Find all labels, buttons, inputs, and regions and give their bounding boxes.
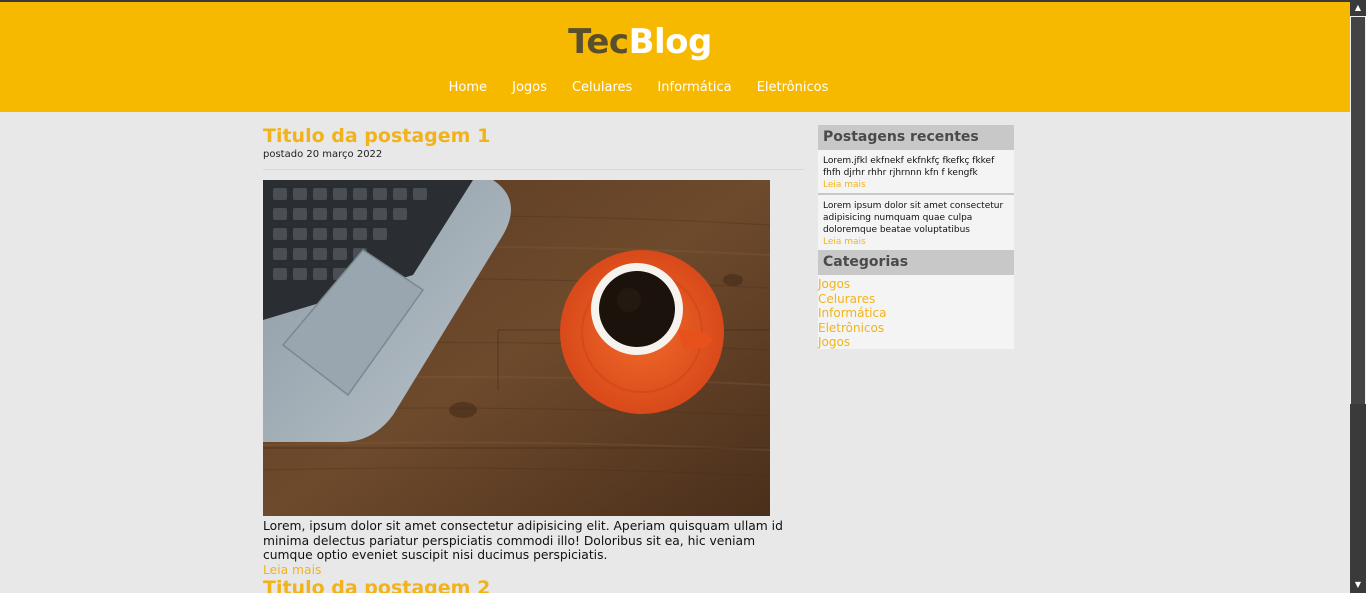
post-date: postado 20 março 2022 [263, 149, 383, 160]
post-excerpt: Lorem, ipsum dolor sit amet consectetur … [263, 519, 783, 562]
site-header: TecBlog Home Jogos Celulares Informática… [0, 2, 1350, 112]
category-link-celurares[interactable]: Celurares [818, 292, 1014, 307]
post-image-laptop-coffee [263, 180, 770, 516]
scroll-down-icon[interactable]: ▼ [1350, 577, 1366, 593]
main-nav: Home Jogos Celulares Informática Eletrôn… [0, 76, 1277, 95]
categories-list: Jogos Celurares Informática Eletrônicos … [818, 275, 1014, 349]
category-link-eletronicos[interactable]: Eletrônicos [818, 321, 1014, 336]
nav-informatica[interactable]: Informática [657, 80, 731, 95]
posts-column: Titulo da postagem 1 postado 20 março 20… [263, 124, 804, 593]
nav-celulares[interactable]: Celulares [572, 80, 632, 95]
recent-post-item: Lorem ipsum dolor sit amet consectetur a… [818, 193, 1014, 250]
scrollbar-track[interactable] [1350, 404, 1366, 577]
vertical-scrollbar[interactable]: ▲ ▼ [1350, 0, 1366, 593]
recent-posts-heading: Postagens recentes [818, 125, 1014, 150]
recent-post-text: Lorem.jfkl ekfnekf ekfnkfç fkefkç fkkef … [823, 156, 995, 178]
category-link-jogos-2[interactable]: Jogos [818, 335, 1014, 350]
recent-read-more-link[interactable]: Leia mais [823, 179, 1012, 191]
post-title[interactable]: Titulo da postagem 2 [263, 576, 804, 593]
scrollbar-thumb[interactable] [1351, 17, 1365, 404]
post-divider [263, 169, 804, 170]
site-logo[interactable]: TecBlog [0, 22, 1280, 62]
nav-home[interactable]: Home [449, 80, 487, 95]
categories-heading: Categorias [818, 250, 1014, 275]
sidebar: Postagens recentes Lorem.jfkl ekfnekf ek… [818, 125, 1014, 349]
category-link-informatica[interactable]: Informática [818, 306, 1014, 321]
post: Titulo da postagem 1 postado 20 março 20… [263, 124, 804, 577]
recent-post-item: Lorem.jfkl ekfnekf ekfnkfç fkefkç fkkef … [818, 150, 1014, 193]
recent-post-text: Lorem ipsum dolor sit amet consectetur a… [823, 201, 1004, 235]
nav-jogos[interactable]: Jogos [512, 80, 547, 95]
read-more-link[interactable]: Leia mais [263, 563, 804, 577]
nav-eletronicos[interactable]: Eletrônicos [757, 80, 829, 95]
post: Titulo da postagem 2 [263, 576, 804, 593]
recent-read-more-link[interactable]: Leia mais [823, 236, 1012, 248]
logo-text-tec: Tec [568, 22, 629, 62]
post-title[interactable]: Titulo da postagem 1 [263, 124, 804, 148]
category-link-jogos[interactable]: Jogos [818, 277, 1014, 292]
logo-text-blog: Blog [628, 22, 713, 62]
scroll-up-icon[interactable]: ▲ [1350, 0, 1366, 16]
